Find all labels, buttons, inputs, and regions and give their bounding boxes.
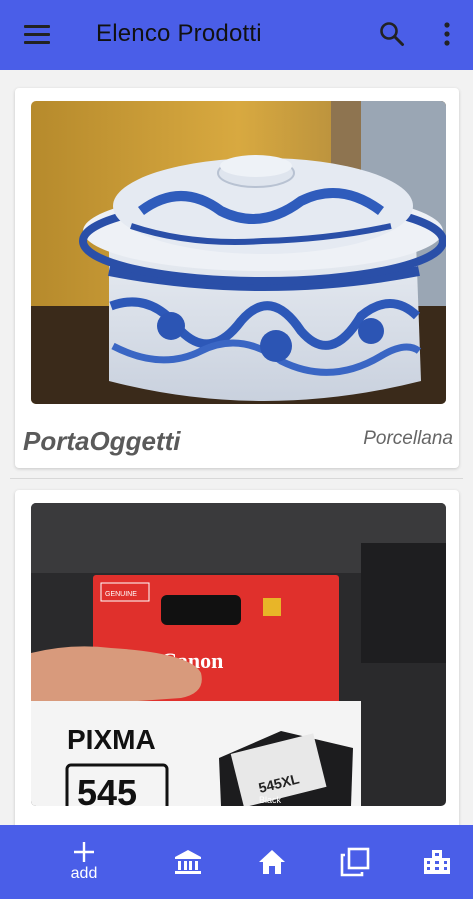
svg-text:Black: Black <box>259 795 282 805</box>
svg-text:545: 545 <box>77 772 137 806</box>
svg-text:GENUINE: GENUINE <box>105 591 137 598</box>
nav-city-button[interactable] <box>417 825 457 899</box>
nav-home-button[interactable] <box>252 825 292 899</box>
product-material: Porcellana <box>363 428 453 449</box>
more-vert-icon[interactable] <box>432 18 462 50</box>
product-image-ink-cartridge: GENUINE Canon PIXMA 545 545XL Black <box>31 503 446 806</box>
add-icon <box>74 842 94 862</box>
bank-icon <box>175 850 201 874</box>
nav-add-label: add <box>70 865 98 882</box>
svg-text:PIXMA: PIXMA <box>67 724 156 755</box>
product-card[interactable]: GENUINE Canon PIXMA 545 545XL Black <box>15 490 459 825</box>
product-list[interactable]: PortaOggetti Porcellana GENUINE Canon PI… <box>0 70 473 825</box>
bottom-nav: add <box>0 825 473 899</box>
page-title: Elenco Prodotti <box>96 20 262 47</box>
list-divider <box>10 478 463 479</box>
copy-icon <box>340 847 370 877</box>
search-icon[interactable] <box>376 18 408 50</box>
nav-bank-button[interactable] <box>168 825 208 899</box>
nav-copy-button[interactable] <box>335 825 375 899</box>
product-name: PortaOggetti <box>23 426 181 456</box>
app-bar: Elenco Prodotti <box>0 0 473 70</box>
home-icon <box>259 850 285 874</box>
menu-icon[interactable] <box>20 20 54 50</box>
product-image-porcelain-box <box>31 101 446 404</box>
nav-add-button[interactable]: add <box>58 825 110 899</box>
product-card[interactable]: PortaOggetti Porcellana <box>15 88 459 468</box>
city-icon <box>424 850 450 874</box>
